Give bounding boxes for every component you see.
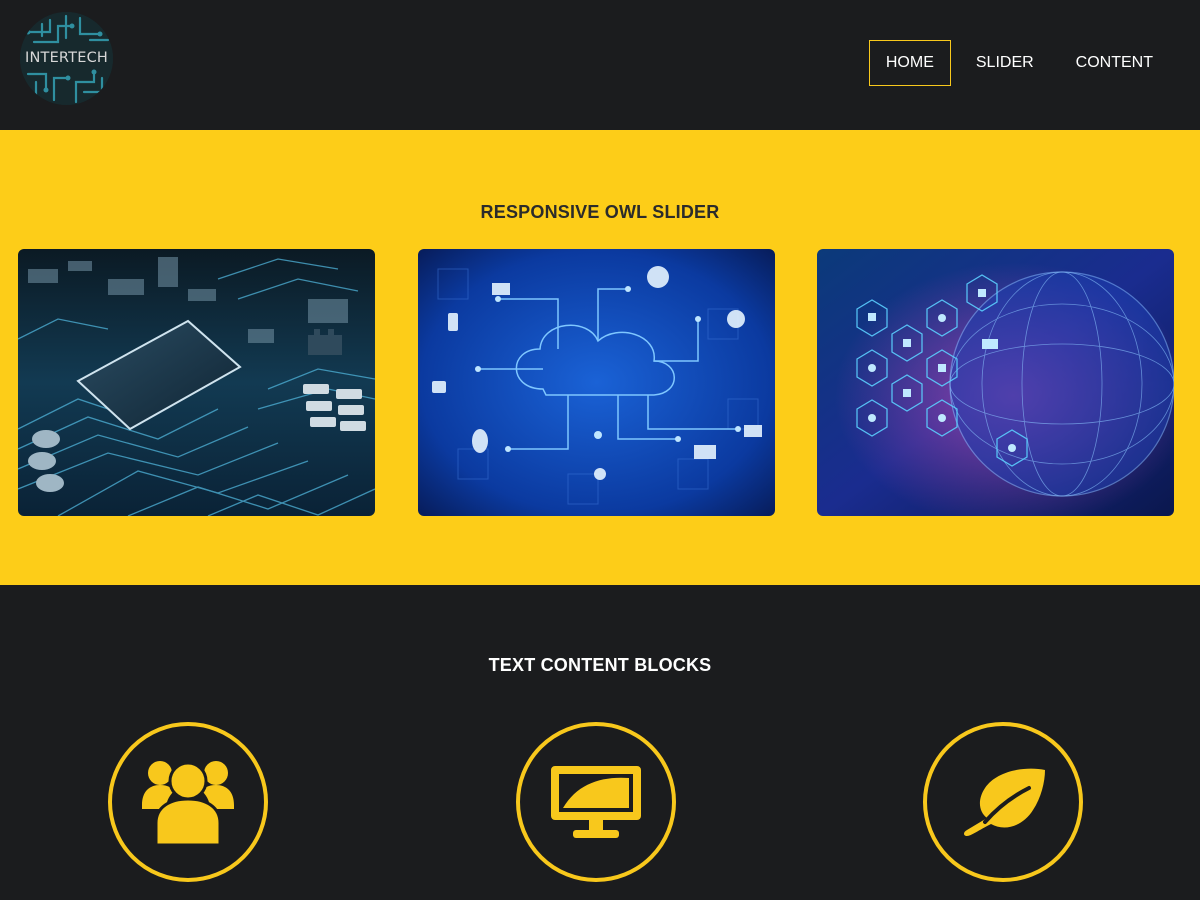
content-section: TEXT CONTENT BLOCKS [0, 585, 1200, 900]
circuit-board-image [18, 249, 375, 516]
leaf-icon [964, 768, 1045, 836]
nav-item-slider[interactable]: SLIDER [959, 40, 1051, 86]
nav-item-content[interactable]: CONTENT [1059, 40, 1170, 86]
cloud-network-image [418, 249, 775, 516]
slide-digital-globe[interactable] [817, 249, 1174, 516]
site-logo[interactable]: INTERTECH [20, 12, 113, 105]
slider-section: RESPONSIVE OWL SLIDER [0, 130, 1200, 585]
nav-item-home[interactable]: HOME [868, 40, 951, 86]
site-header: INTERTECH HOME SLIDER CONTENT [0, 0, 1200, 130]
users-icon [142, 761, 234, 847]
feature-leaf [923, 722, 1083, 882]
feature-users [108, 722, 268, 882]
main-nav: HOME SLIDER CONTENT [861, 40, 1170, 86]
slider-title: RESPONSIVE OWL SLIDER [480, 202, 720, 222]
slide-circuit-board[interactable] [18, 249, 375, 516]
logo-text: INTERTECH [24, 50, 108, 66]
feature-monitor [516, 722, 676, 882]
monitor-icon [551, 766, 641, 838]
slide-cloud-network[interactable] [418, 249, 775, 516]
digital-globe-image [817, 249, 1174, 516]
content-title: TEXT CONTENT BLOCKS [488, 655, 712, 675]
